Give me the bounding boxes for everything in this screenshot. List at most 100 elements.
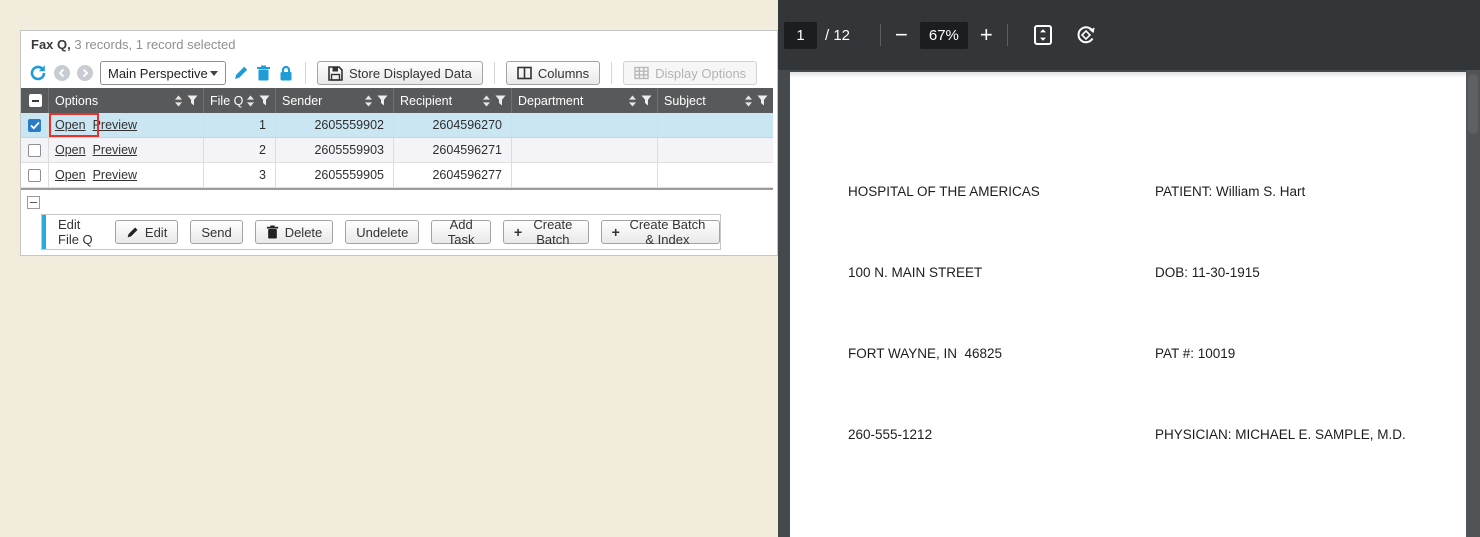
column-header-recipient[interactable]: Recipient — [394, 88, 512, 113]
fit-page-icon[interactable] — [1032, 24, 1054, 46]
sender-cell: 2605559905 — [276, 163, 394, 187]
column-header-sender[interactable]: Sender — [276, 88, 394, 113]
select-all-checkbox[interactable] — [29, 94, 42, 107]
table-row[interactable]: Open Preview 3 2605559905 2604596277 — [21, 163, 773, 188]
action-panel-accent — [42, 215, 46, 249]
columns-button[interactable]: Columns — [506, 61, 600, 85]
document-header: HOSPITAL OF THE AMERICAS 100 N. MAIN STR… — [848, 124, 1424, 502]
create-batch-button[interactable]: + Create Batch — [503, 220, 589, 244]
toolbar-separator — [494, 62, 495, 84]
column-header-options[interactable]: Options — [49, 88, 204, 113]
open-link[interactable]: Open — [55, 143, 86, 157]
lock-icon[interactable] — [278, 65, 294, 81]
zoom-in-button[interactable]: + — [980, 24, 993, 46]
delete-button[interactable]: Delete — [255, 220, 334, 244]
row-checkbox[interactable] — [28, 119, 41, 132]
collapse-icon[interactable] — [27, 196, 40, 209]
pdf-toolbar-separator — [1007, 24, 1008, 46]
perspective-select[interactable]: Main Perspective — [100, 61, 226, 85]
column-header-subject[interactable]: Subject — [658, 88, 773, 113]
sort-icon[interactable] — [482, 95, 491, 107]
scrollbar-thumb[interactable] — [1468, 74, 1478, 134]
edit-file-q-action-panel: Edit File Q Edit Send Delete Undelete Ad… — [41, 214, 721, 250]
pdf-viewer: 1 / 12 − 67% + HOSPITAL OF THE AMERICAS … — [778, 0, 1480, 537]
preview-link[interactable]: Preview — [93, 118, 137, 132]
patient-line: PHYSICIAN: MICHAEL E. SAMPLE, M.D. — [1155, 421, 1406, 448]
edit-button[interactable]: Edit — [115, 220, 178, 244]
store-displayed-data-button[interactable]: Store Displayed Data — [317, 61, 483, 85]
filter-icon[interactable] — [641, 95, 652, 106]
send-button[interactable]: Send — [190, 220, 242, 244]
undelete-button[interactable]: Undelete — [345, 220, 419, 244]
page-title: Fax Q, — [31, 37, 71, 52]
open-link[interactable]: Open — [55, 118, 86, 132]
prev-page-icon[interactable] — [54, 65, 70, 81]
facility-block: HOSPITAL OF THE AMERICAS 100 N. MAIN STR… — [848, 124, 1155, 502]
filter-icon[interactable] — [757, 95, 768, 106]
filter-icon[interactable] — [187, 95, 198, 106]
sort-icon[interactable] — [174, 95, 183, 107]
subject-cell — [658, 163, 773, 187]
options-cell: Open Preview — [49, 138, 204, 162]
facility-line: HOSPITAL OF THE AMERICAS — [848, 178, 1155, 205]
recipient-cell: 2604596277 — [394, 163, 512, 187]
column-header-department[interactable]: Department — [512, 88, 658, 113]
open-link[interactable]: Open — [55, 168, 86, 182]
department-cell — [512, 163, 658, 187]
edit-perspective-icon[interactable] — [233, 65, 249, 81]
preview-link[interactable]: Preview — [93, 143, 137, 157]
table-row[interactable]: Open Preview 2 2605559903 2604596271 — [21, 138, 773, 163]
patient-line: PATIENT: William S. Hart — [1155, 178, 1406, 205]
page-number-input[interactable]: 1 — [784, 22, 817, 49]
document-content: HOSPITAL OF THE AMERICAS 100 N. MAIN STR… — [790, 72, 1466, 537]
select-all-header[interactable] — [21, 88, 49, 113]
zoom-out-button[interactable]: − — [895, 24, 908, 46]
delete-perspective-icon[interactable] — [256, 65, 271, 81]
options-cell: Open Preview — [49, 163, 204, 187]
pdf-page: HOSPITAL OF THE AMERICAS 100 N. MAIN STR… — [790, 72, 1466, 537]
action-group-label: Edit File Q — [58, 217, 101, 247]
page-count-label: / 12 — [825, 27, 850, 44]
row-select-cell — [21, 163, 49, 187]
facility-line: 100 N. MAIN STREET — [848, 259, 1155, 286]
filter-icon[interactable] — [259, 95, 270, 106]
fax-q-pane: Fax Q, 3 records, 1 record selected Main… — [0, 0, 778, 537]
table-header-row: Options File Q ID Sender Recipient — [21, 88, 773, 113]
sort-icon[interactable] — [246, 95, 255, 107]
add-task-button[interactable]: Add Task — [431, 220, 491, 244]
column-header-file-q-id[interactable]: File Q ID — [204, 88, 276, 113]
row-checkbox[interactable] — [28, 144, 41, 157]
zoom-level-input[interactable]: 67% — [920, 22, 968, 49]
file-q-id-cell: 3 — [204, 163, 276, 187]
row-checkbox[interactable] — [28, 169, 41, 182]
rotate-icon[interactable] — [1074, 23, 1098, 47]
perspective-select-value: Main Perspective — [108, 66, 208, 81]
recipient-cell: 2604596271 — [394, 138, 512, 162]
record-count-text: 3 records, 1 record selected — [71, 37, 236, 52]
preview-link[interactable]: Preview — [93, 168, 137, 182]
subject-cell — [658, 113, 773, 137]
create-batch-index-button[interactable]: + Create Batch & Index — [601, 220, 720, 244]
scrollbar[interactable] — [1466, 70, 1480, 537]
recipient-cell: 2604596270 — [394, 113, 512, 137]
display-options-button[interactable]: Display Options — [623, 61, 757, 85]
next-page-icon[interactable] — [77, 65, 93, 81]
table-row[interactable]: Open Preview 1 2605559902 2604596270 — [21, 113, 773, 138]
panel-title: Fax Q, 3 records, 1 record selected — [21, 31, 777, 58]
chevron-down-icon — [210, 71, 218, 76]
collapse-row — [27, 196, 777, 209]
field-line-examination: EXAMINATION:MRI LUMBOSACRAL SPINE — [848, 532, 1424, 537]
sort-icon[interactable] — [744, 95, 753, 107]
department-cell — [512, 138, 658, 162]
department-cell — [512, 113, 658, 137]
sort-icon[interactable] — [628, 95, 637, 107]
patient-line: DOB: 11-30-1915 — [1155, 259, 1406, 286]
refresh-icon[interactable] — [29, 64, 47, 82]
sender-cell: 2605559902 — [276, 113, 394, 137]
sort-icon[interactable] — [364, 95, 373, 107]
display-options-icon — [634, 66, 649, 80]
filter-icon[interactable] — [377, 95, 388, 106]
filter-icon[interactable] — [495, 95, 506, 106]
trash-icon — [266, 225, 279, 239]
columns-icon — [517, 66, 532, 80]
